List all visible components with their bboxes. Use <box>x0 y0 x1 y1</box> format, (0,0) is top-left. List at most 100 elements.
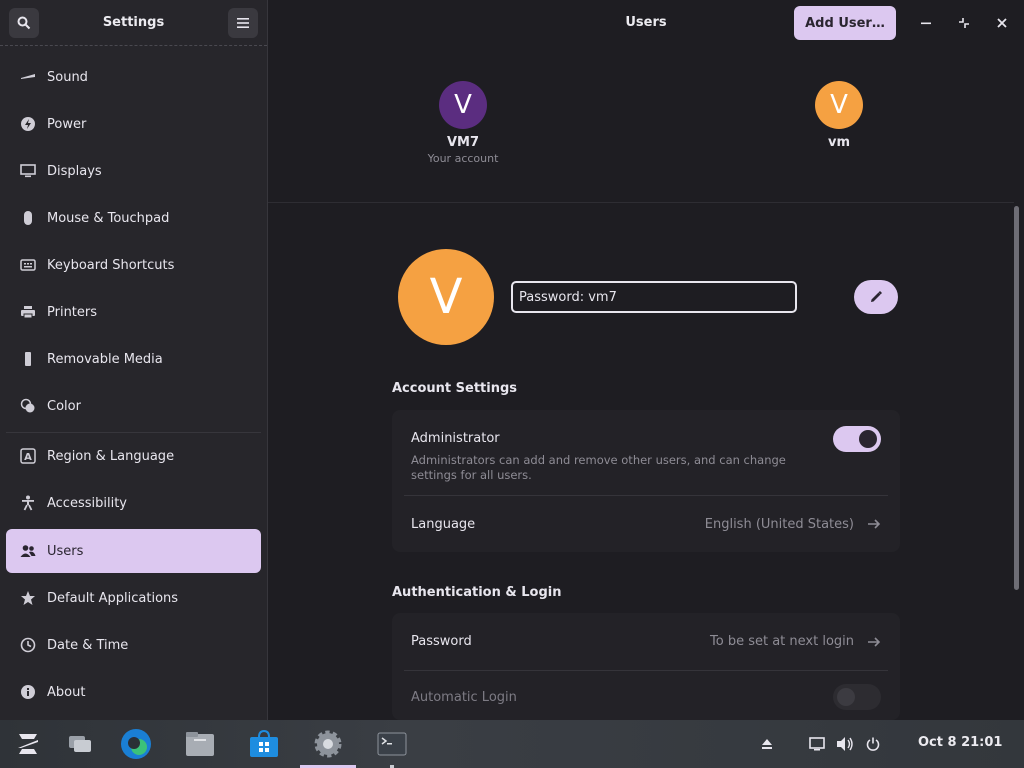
sidebar-item-users[interactable]: Users <box>6 529 261 573</box>
keyboard-icon <box>19 256 37 274</box>
sidebar-header: Settings <box>0 0 267 46</box>
minimize-button[interactable] <box>915 12 937 34</box>
eject-button[interactable] <box>758 735 776 753</box>
volume-button[interactable] <box>836 735 854 753</box>
sidebar-item-power[interactable]: Power <box>6 102 261 146</box>
sidebar-item-label: Region & Language <box>47 448 175 464</box>
pencil-icon <box>871 290 883 302</box>
language-value: English (United States) <box>704 516 854 532</box>
workspaces-button[interactable] <box>62 726 98 762</box>
user-name: VM7 <box>446 135 480 150</box>
automatic-login-label: Automatic Login <box>411 689 517 705</box>
administrator-label: Administrator <box>411 431 500 446</box>
sidebar-item-label: Displays <box>47 163 102 179</box>
power-bolt-icon <box>19 115 37 133</box>
sidebar-item-label: Default Applications <box>47 590 179 606</box>
sidebar-item-accessibility[interactable]: Accessibility <box>6 481 261 525</box>
accessibility-icon <box>19 494 37 512</box>
sidebar-item-displays[interactable]: Displays <box>6 149 261 193</box>
automatic-login-row: Automatic Login <box>392 671 900 723</box>
files-button[interactable] <box>182 726 218 762</box>
terminal-button[interactable] <box>374 726 410 762</box>
sidebar: Settings Sound Power Displays Mouse & To… <box>0 0 268 720</box>
minimize-icon <box>921 22 931 25</box>
user-subtitle: Your account <box>427 152 499 165</box>
sidebar-item-label: Date & Time <box>47 637 129 653</box>
display-tray-button[interactable] <box>808 735 826 753</box>
users-panel: V VM7 Your account V vm V Account Settin… <box>268 46 1024 720</box>
folder-icon <box>186 732 214 756</box>
sidebar-item-sound[interactable]: Sound <box>6 55 261 99</box>
sidebar-item-label: Removable Media <box>47 351 163 367</box>
monitor-icon <box>19 162 37 180</box>
scrollbar[interactable] <box>1014 206 1019 590</box>
mouse-icon <box>19 209 37 227</box>
toggle-knob <box>859 430 877 448</box>
restore-button[interactable] <box>953 12 975 34</box>
color-icon <box>19 397 37 415</box>
restore-icon <box>959 18 969 28</box>
edge-icon <box>121 729 151 759</box>
sidebar-item-about[interactable]: About <box>6 670 261 714</box>
account-settings-card: Administrator Administrators can add and… <box>392 410 900 552</box>
sidebar-item-removable-media[interactable]: Removable Media <box>6 337 261 381</box>
edge-browser-button[interactable] <box>118 726 154 762</box>
software-store-button[interactable] <box>246 726 282 762</box>
add-user-button[interactable]: Add User… <box>794 6 896 40</box>
search-icon <box>17 16 31 30</box>
gear-icon <box>314 730 342 758</box>
arrow-right-icon <box>868 519 881 529</box>
settings-app-button[interactable] <box>310 726 346 762</box>
selected-user-avatar[interactable]: V <box>398 249 494 345</box>
language-label: Language <box>411 516 476 532</box>
hamburger-icon <box>237 18 249 28</box>
clock-icon <box>19 636 37 654</box>
sidebar-item-label: Power <box>47 116 87 132</box>
language-row[interactable]: Language English (United States) <box>392 496 900 552</box>
workspaces-icon <box>69 736 91 752</box>
region-icon: A <box>19 447 37 465</box>
search-button[interactable] <box>9 8 39 38</box>
user-name-field[interactable] <box>511 281 797 313</box>
sidebar-item-date-time[interactable]: Date & Time <box>6 623 261 667</box>
sidebar-item-label: About <box>47 684 86 700</box>
password-row[interactable]: Password To be set at next login <box>392 613 900 670</box>
main-menu-button[interactable] <box>228 8 258 38</box>
store-icon <box>250 730 278 757</box>
sidebar-item-printers[interactable]: Printers <box>6 290 261 334</box>
star-icon <box>19 589 37 607</box>
toggle-knob <box>837 688 855 706</box>
sidebar-item-region-language[interactable]: A Region & Language <box>6 434 261 478</box>
info-icon <box>19 683 37 701</box>
sidebar-item-label: Users <box>47 543 84 559</box>
page-title: Users <box>625 15 667 30</box>
sidebar-item-keyboard-shortcuts[interactable]: Keyboard Shortcuts <box>6 243 261 287</box>
avatar: V <box>439 81 487 129</box>
power-menu-button[interactable] <box>864 735 882 753</box>
password-label: Password <box>411 634 472 649</box>
usb-icon <box>19 350 37 368</box>
app-menu-button[interactable] <box>10 726 46 762</box>
user-card-vm[interactable]: V vm <box>779 81 899 150</box>
close-button[interactable] <box>991 12 1013 34</box>
auth-login-title: Authentication & Login <box>392 585 562 600</box>
sidebar-item-mouse-touchpad[interactable]: Mouse & Touchpad <box>6 196 261 240</box>
header-bar: Users Add User… <box>268 0 1024 46</box>
edit-name-button[interactable] <box>854 280 898 314</box>
sidebar-item-default-applications[interactable]: Default Applications <box>6 576 261 620</box>
close-icon <box>997 18 1007 28</box>
administrator-toggle[interactable] <box>833 426 881 452</box>
auth-login-card: Password To be set at next login Automat… <box>392 613 900 720</box>
arrow-right-icon <box>868 636 881 647</box>
clock[interactable]: Oct 8 21:01 <box>918 735 1002 750</box>
automatic-login-toggle[interactable] <box>833 684 881 710</box>
sidebar-item-label: Printers <box>47 304 98 320</box>
sidebar-item-color[interactable]: Color <box>6 384 261 428</box>
user-card-vm7[interactable]: V VM7 Your account <box>403 81 523 165</box>
password-value: To be set at next login <box>710 634 854 649</box>
power-icon <box>866 737 880 751</box>
printer-icon <box>19 303 37 321</box>
user-name: vm <box>827 135 851 150</box>
svg-text:A: A <box>24 452 32 463</box>
volume-icon <box>837 737 853 751</box>
